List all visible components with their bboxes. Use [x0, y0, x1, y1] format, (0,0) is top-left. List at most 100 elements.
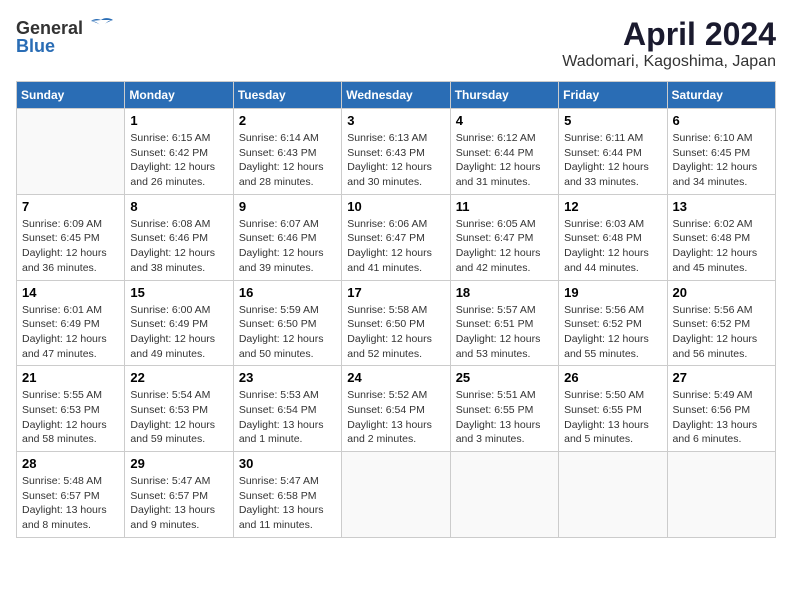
day-info: Sunrise: 5:58 AM Sunset: 6:50 PM Dayligh… — [347, 303, 444, 362]
title-section: April 2024 Wadomari, Kagoshima, Japan — [562, 16, 776, 71]
col-sunday: Sunday — [17, 82, 125, 109]
calendar-cell-w3-d2: 16 Sunrise: 5:59 AM Sunset: 6:50 PM Dayli… — [233, 280, 341, 366]
calendar-cell-w2-d6: 13 Sunrise: 6:02 AM Sunset: 6:48 PM Dayli… — [667, 194, 775, 280]
day-info: Sunrise: 6:05 AM Sunset: 6:47 PM Dayligh… — [456, 217, 553, 276]
calendar-cell-w5-d6 — [667, 452, 775, 538]
day-info: Sunrise: 5:55 AM Sunset: 6:53 PM Dayligh… — [22, 388, 119, 447]
day-info: Sunrise: 6:13 AM Sunset: 6:43 PM Dayligh… — [347, 131, 444, 190]
calendar-cell-w4-d2: 23 Sunrise: 5:53 AM Sunset: 6:54 PM Dayli… — [233, 366, 341, 452]
calendar-cell-w3-d5: 19 Sunrise: 5:56 AM Sunset: 6:52 PM Dayli… — [559, 280, 667, 366]
calendar-cell-w4-d3: 24 Sunrise: 5:52 AM Sunset: 6:54 PM Dayli… — [342, 366, 450, 452]
day-number: 18 — [456, 285, 553, 300]
logo-blue-text: Blue — [16, 36, 55, 57]
calendar-cell-w1-d2: 2Sunrise: 6:14 AM Sunset: 6:43 PM Daylig… — [233, 109, 341, 195]
calendar-cell-w2-d0: 7Sunrise: 6:09 AM Sunset: 6:45 PM Daylig… — [17, 194, 125, 280]
calendar-cell-w5-d2: 30 Sunrise: 5:47 AM Sunset: 6:58 PM Dayli… — [233, 452, 341, 538]
day-number: 21 — [22, 370, 119, 385]
week-row-3: 14 Sunrise: 6:01 AM Sunset: 6:49 PM Dayli… — [17, 280, 776, 366]
day-info: Sunrise: 6:03 AM Sunset: 6:48 PM Dayligh… — [564, 217, 661, 276]
day-number: 24 — [347, 370, 444, 385]
day-info: Sunrise: 6:10 AM Sunset: 6:45 PM Dayligh… — [673, 131, 770, 190]
calendar-cell-w1-d3: 3 Sunrise: 6:13 AM Sunset: 6:43 PM Daylig… — [342, 109, 450, 195]
calendar-cell-w4-d6: 27Sunrise: 5:49 AM Sunset: 6:56 PM Dayli… — [667, 366, 775, 452]
day-info: Sunrise: 6:15 AM Sunset: 6:42 PM Dayligh… — [130, 131, 227, 190]
day-info: Sunrise: 5:59 AM Sunset: 6:50 PM Dayligh… — [239, 303, 336, 362]
logo: General Blue — [16, 16, 115, 57]
day-info: Sunrise: 5:47 AM Sunset: 6:58 PM Dayligh… — [239, 474, 336, 533]
calendar-cell-w4-d4: 25Sunrise: 5:51 AM Sunset: 6:55 PM Dayli… — [450, 366, 558, 452]
calendar-cell-w4-d0: 21 Sunrise: 5:55 AM Sunset: 6:53 PM Dayli… — [17, 366, 125, 452]
day-info: Sunrise: 6:08 AM Sunset: 6:46 PM Dayligh… — [130, 217, 227, 276]
day-number: 8 — [130, 199, 227, 214]
calendar-cell-w5-d5 — [559, 452, 667, 538]
day-number: 19 — [564, 285, 661, 300]
day-info: Sunrise: 6:02 AM Sunset: 6:48 PM Dayligh… — [673, 217, 770, 276]
calendar-header-row: Sunday Monday Tuesday Wednesday Thursday… — [17, 82, 776, 109]
col-wednesday: Wednesday — [342, 82, 450, 109]
day-info: Sunrise: 6:01 AM Sunset: 6:49 PM Dayligh… — [22, 303, 119, 362]
day-number: 20 — [673, 285, 770, 300]
calendar-cell-w3-d4: 18 Sunrise: 5:57 AM Sunset: 6:51 PM Dayli… — [450, 280, 558, 366]
calendar-cell-w2-d4: 11 Sunrise: 6:05 AM Sunset: 6:47 PM Dayli… — [450, 194, 558, 280]
week-row-5: 28 Sunrise: 5:48 AM Sunset: 6:57 PM Dayli… — [17, 452, 776, 538]
day-number: 12 — [564, 199, 661, 214]
calendar-cell-w3-d1: 15 Sunrise: 6:00 AM Sunset: 6:49 PM Dayli… — [125, 280, 233, 366]
day-info: Sunrise: 5:53 AM Sunset: 6:54 PM Dayligh… — [239, 388, 336, 447]
col-monday: Monday — [125, 82, 233, 109]
day-info: Sunrise: 5:47 AM Sunset: 6:57 PM Dayligh… — [130, 474, 227, 533]
day-number: 26 — [564, 370, 661, 385]
day-number: 10 — [347, 199, 444, 214]
day-number: 1 — [130, 113, 227, 128]
day-info: Sunrise: 5:56 AM Sunset: 6:52 PM Dayligh… — [564, 303, 661, 362]
day-number: 3 — [347, 113, 444, 128]
calendar-cell-w1-d0 — [17, 109, 125, 195]
day-number: 28 — [22, 456, 119, 471]
day-number: 23 — [239, 370, 336, 385]
month-title: April 2024 — [562, 16, 776, 53]
calendar: Sunday Monday Tuesday Wednesday Thursday… — [16, 81, 776, 538]
day-info: Sunrise: 6:14 AM Sunset: 6:43 PM Dayligh… — [239, 131, 336, 190]
logo-bird-icon — [87, 16, 115, 40]
calendar-cell-w3-d6: 20 Sunrise: 5:56 AM Sunset: 6:52 PM Dayli… — [667, 280, 775, 366]
day-info: Sunrise: 6:06 AM Sunset: 6:47 PM Dayligh… — [347, 217, 444, 276]
day-number: 16 — [239, 285, 336, 300]
calendar-cell-w5-d0: 28 Sunrise: 5:48 AM Sunset: 6:57 PM Dayli… — [17, 452, 125, 538]
day-number: 22 — [130, 370, 227, 385]
col-saturday: Saturday — [667, 82, 775, 109]
day-number: 25 — [456, 370, 553, 385]
day-number: 11 — [456, 199, 553, 214]
day-info: Sunrise: 5:50 AM Sunset: 6:55 PM Dayligh… — [564, 388, 661, 447]
calendar-cell-w5-d3 — [342, 452, 450, 538]
calendar-cell-w2-d3: 10 Sunrise: 6:06 AM Sunset: 6:47 PM Dayli… — [342, 194, 450, 280]
day-number: 4 — [456, 113, 553, 128]
col-thursday: Thursday — [450, 82, 558, 109]
day-number: 30 — [239, 456, 336, 471]
calendar-cell-w4-d5: 26 Sunrise: 5:50 AM Sunset: 6:55 PM Dayli… — [559, 366, 667, 452]
day-info: Sunrise: 5:54 AM Sunset: 6:53 PM Dayligh… — [130, 388, 227, 447]
header: General Blue April 2024 Wadomari, Kagosh… — [16, 16, 776, 71]
day-info: Sunrise: 6:07 AM Sunset: 6:46 PM Dayligh… — [239, 217, 336, 276]
calendar-cell-w1-d1: 1 Sunrise: 6:15 AM Sunset: 6:42 PM Daylig… — [125, 109, 233, 195]
week-row-1: 1 Sunrise: 6:15 AM Sunset: 6:42 PM Daylig… — [17, 109, 776, 195]
calendar-cell-w2-d2: 9 Sunrise: 6:07 AM Sunset: 6:46 PM Daylig… — [233, 194, 341, 280]
day-info: Sunrise: 5:52 AM Sunset: 6:54 PM Dayligh… — [347, 388, 444, 447]
calendar-cell-w2-d1: 8 Sunrise: 6:08 AM Sunset: 6:46 PM Daylig… — [125, 194, 233, 280]
day-info: Sunrise: 5:57 AM Sunset: 6:51 PM Dayligh… — [456, 303, 553, 362]
calendar-cell-w3-d3: 17 Sunrise: 5:58 AM Sunset: 6:50 PM Dayli… — [342, 280, 450, 366]
day-number: 29 — [130, 456, 227, 471]
day-number: 9 — [239, 199, 336, 214]
week-row-2: 7Sunrise: 6:09 AM Sunset: 6:45 PM Daylig… — [17, 194, 776, 280]
day-number: 17 — [347, 285, 444, 300]
day-info: Sunrise: 6:00 AM Sunset: 6:49 PM Dayligh… — [130, 303, 227, 362]
day-number: 7 — [22, 199, 119, 214]
day-number: 15 — [130, 285, 227, 300]
day-info: Sunrise: 5:56 AM Sunset: 6:52 PM Dayligh… — [673, 303, 770, 362]
day-number: 5 — [564, 113, 661, 128]
day-number: 6 — [673, 113, 770, 128]
day-number: 13 — [673, 199, 770, 214]
day-number: 14 — [22, 285, 119, 300]
calendar-cell-w3-d0: 14 Sunrise: 6:01 AM Sunset: 6:49 PM Dayli… — [17, 280, 125, 366]
day-info: Sunrise: 5:48 AM Sunset: 6:57 PM Dayligh… — [22, 474, 119, 533]
calendar-cell-w2-d5: 12 Sunrise: 6:03 AM Sunset: 6:48 PM Dayli… — [559, 194, 667, 280]
calendar-cell-w1-d6: 6 Sunrise: 6:10 AM Sunset: 6:45 PM Daylig… — [667, 109, 775, 195]
